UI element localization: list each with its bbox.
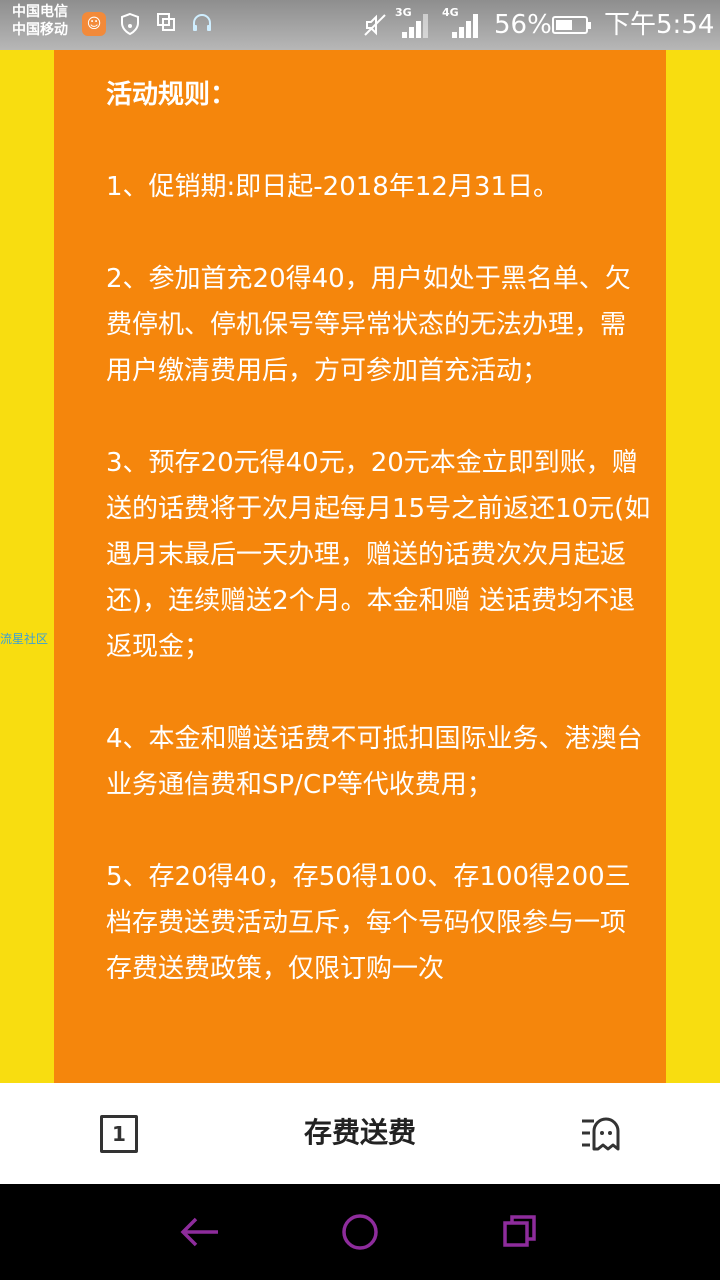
rule-item-1: 1、促销期:即日起-2018年12月31日。 <box>106 172 560 202</box>
copy-icon <box>156 12 176 39</box>
wifi-shield-icon <box>118 12 142 41</box>
web-content[interactable]: 流星社区 活动规则： 1、促销期:即日起-2018年12月31日。 2、参加首充… <box>0 50 720 1083</box>
home-circle-icon[interactable] <box>336 1208 384 1256</box>
mute-icon <box>362 12 388 43</box>
battery-percent: 56% <box>494 10 552 40</box>
browser-toolbar: 1 存费送费 <box>0 1083 720 1184</box>
carrier-2: 中国移动 <box>12 22 68 38</box>
back-arrow-icon[interactable] <box>176 1208 224 1256</box>
navigation-bar <box>0 1184 720 1280</box>
battery-fill <box>556 20 572 30</box>
status-bar: 中国电信 中国移动 ☺ 3G 4G 56% 下午5:54 <box>0 0 720 50</box>
carrier-1: 中国电信 <box>12 4 68 20</box>
app-notification-icon: ☺ <box>82 12 106 36</box>
battery-icon <box>552 16 591 34</box>
rule-item-3: 3、预存20元得40元，20元本金立即到账，赠送的话费将于次月起每月15号之前返… <box>106 448 651 662</box>
signal-bars-1 <box>402 14 432 38</box>
clock: 下午5:54 <box>604 10 715 40</box>
rules-text: 活动规则： 1、促销期:即日起-2018年12月31日。 2、参加首充20得40… <box>106 72 650 1038</box>
rule-item-4: 4、本金和赠送话费不可抵扣国际业务、港澳台业务通信费和SP/CP等代收费用； <box>106 724 643 800</box>
rule-item-5: 5、存20得40，存50得100、存100得200三档存费送费活动互斥，每个号码… <box>106 862 631 984</box>
signal-bars-2 <box>452 14 482 38</box>
menu-chat-icon[interactable] <box>580 1115 622 1153</box>
recent-apps-icon[interactable] <box>496 1208 544 1256</box>
rule-item-2: 2、参加首充20得40，用户如处于黑名单、欠费停机、停机保号等异常状态的无法办理… <box>106 264 631 386</box>
rules-panel: 活动规则： 1、促销期:即日起-2018年12月31日。 2、参加首充20得40… <box>54 50 666 1083</box>
headset-icon <box>190 12 214 41</box>
watermark: 流星社区 <box>0 632 49 646</box>
rules-heading: 活动规则： <box>106 80 237 110</box>
